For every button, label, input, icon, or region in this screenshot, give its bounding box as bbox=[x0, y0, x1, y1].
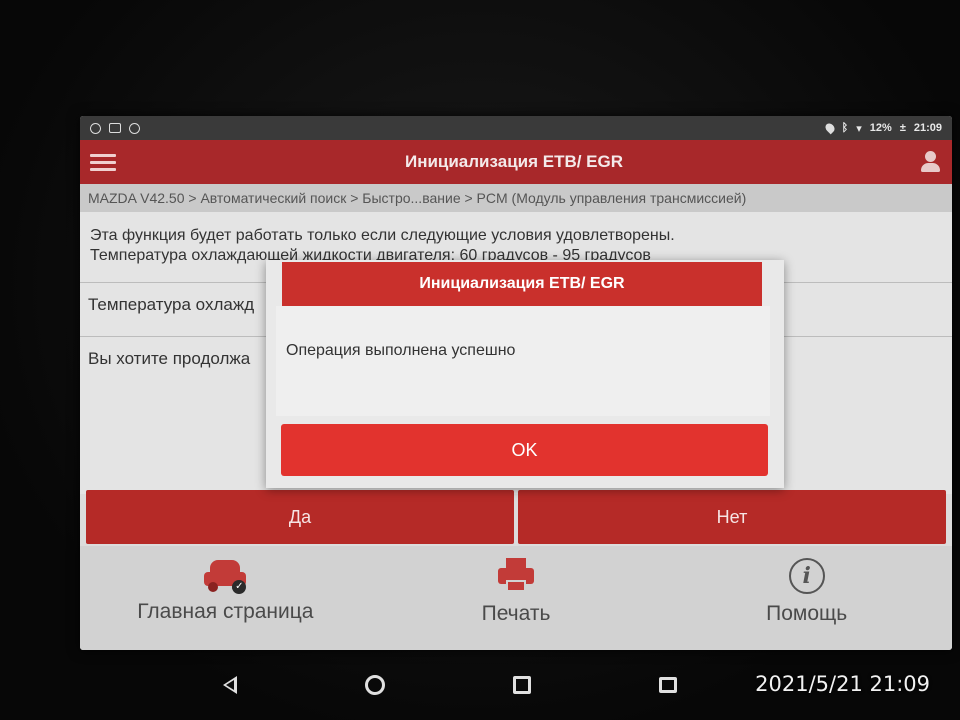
info-line-1: Эта функция будет работать только если с… bbox=[90, 227, 675, 244]
info-icon: i bbox=[788, 558, 825, 594]
nav-help[interactable]: i Помощь bbox=[661, 546, 952, 650]
usb-icon bbox=[90, 122, 101, 134]
settings-icon bbox=[129, 122, 140, 134]
recent-apps-icon[interactable] bbox=[513, 676, 531, 694]
app-bar: Инициализация ETB/ EGR bbox=[80, 140, 952, 184]
continue-question-label: Вы хотите продолжа bbox=[88, 349, 251, 368]
nav-home-label: Главная страница bbox=[137, 600, 314, 623]
hamburger-icon[interactable] bbox=[80, 140, 116, 184]
status-time: 21:09 bbox=[913, 122, 942, 134]
nav-help-label: Помощь bbox=[766, 602, 848, 625]
status-bar: ᛒ ▾ 12% ± 21:09 bbox=[80, 116, 952, 140]
wifi-icon: ▾ bbox=[856, 122, 862, 135]
location-icon bbox=[823, 121, 837, 135]
nav-print-label: Печать bbox=[481, 602, 551, 625]
bottom-navigation: ✓ Главная страница Печать i Помощь bbox=[80, 546, 952, 650]
breadcrumb: MAZDA V42.50 > Автоматический поиск > Бы… bbox=[80, 184, 952, 212]
back-icon[interactable] bbox=[223, 676, 237, 694]
battery-level: 12% bbox=[869, 122, 892, 134]
car-icon: ✓ bbox=[202, 558, 248, 594]
nav-print[interactable]: Печать bbox=[371, 546, 662, 650]
dialog-message: Операция выполнена успешно bbox=[286, 342, 516, 359]
user-icon[interactable] bbox=[912, 140, 952, 184]
coolant-temp-label: Температура охлажд bbox=[88, 295, 255, 314]
screenshot-icon[interactable] bbox=[659, 677, 677, 693]
bluetooth-icon: ᛒ bbox=[841, 122, 849, 134]
charging-icon: ± bbox=[899, 122, 906, 134]
image-icon bbox=[109, 123, 121, 133]
nav-home[interactable]: ✓ Главная страница bbox=[80, 546, 371, 650]
yes-no-bar: Да Нет bbox=[80, 490, 952, 544]
home-icon[interactable] bbox=[365, 675, 385, 695]
dialog-title: Инициализация ETB/ EGR bbox=[282, 262, 762, 306]
app-title: Инициализация ETB/ EGR bbox=[404, 152, 624, 171]
yes-button[interactable]: Да bbox=[86, 490, 514, 544]
ok-button[interactable]: OK bbox=[281, 424, 768, 476]
no-button[interactable]: Нет bbox=[518, 490, 946, 544]
info-text: Эта функция будет работать только если с… bbox=[80, 212, 952, 266]
printer-icon bbox=[498, 558, 534, 594]
dialog-body: Операция выполнена успешно bbox=[276, 306, 770, 416]
photo-timestamp: 2021/5/21 21:09 bbox=[755, 672, 930, 696]
